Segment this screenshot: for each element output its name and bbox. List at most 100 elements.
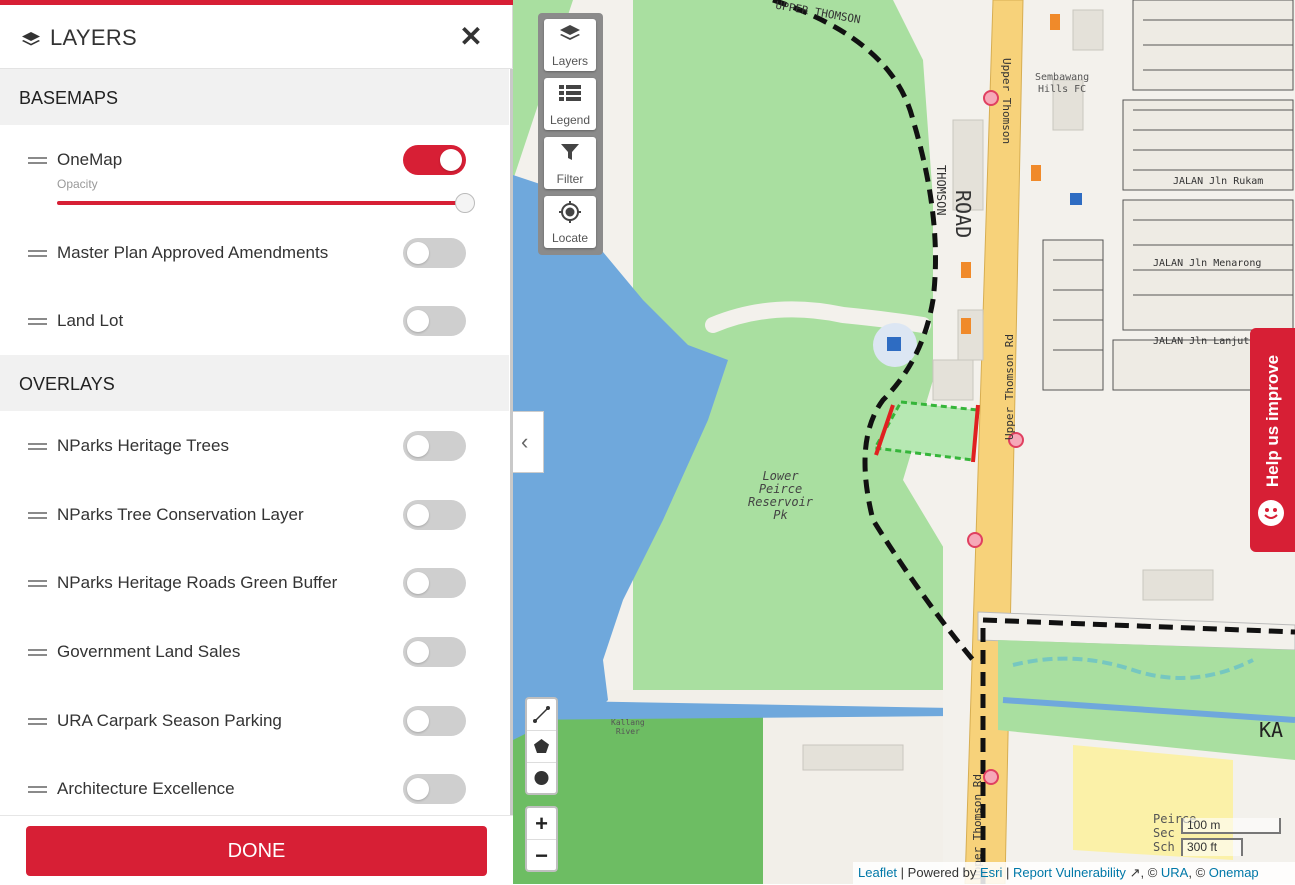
layer-row-heritage-trees: NParks Heritage Trees	[0, 429, 509, 469]
opacity-slider-thumb[interactable]	[455, 193, 475, 213]
toggle-government-land-sales[interactable]	[403, 637, 466, 667]
toggle-heritage-roads[interactable]	[403, 568, 466, 598]
layer-row-heritage-roads: NParks Heritage Roads Green Buffer	[0, 566, 509, 606]
drag-handle-icon[interactable]	[28, 250, 47, 257]
toggle-architecture-excellence[interactable]	[403, 774, 466, 804]
layers-tool-button[interactable]: Layers	[544, 19, 596, 71]
report-vulnerability-link[interactable]: Report Vulnerability	[1013, 865, 1126, 880]
locate-icon	[544, 201, 596, 223]
draw-toolbar	[525, 697, 558, 795]
basemaps-heading-label: BASEMAPS	[19, 88, 119, 108]
drag-handle-icon[interactable]	[28, 786, 47, 793]
layer-label: OneMap	[57, 150, 123, 169]
lanjut-label: JALAN Jln Lanjut	[1153, 336, 1250, 347]
external-link-icon: ↗	[1129, 865, 1141, 880]
layer-label: URA Carpark Season Parking	[57, 711, 282, 730]
locate-tool-button[interactable]: Locate	[544, 196, 596, 248]
map-scale: 100 m 300 ft	[1181, 818, 1283, 858]
road-label-upper-thomson-rd: Upper Thomson Rd	[1003, 334, 1016, 440]
collapse-panel-button[interactable]: ‹	[513, 411, 544, 473]
done-button[interactable]: DONE	[26, 826, 487, 876]
layer-row-master-plan: Master Plan Approved Amendments	[0, 236, 509, 276]
toggle-tree-conservation[interactable]	[403, 500, 466, 530]
leaflet-link[interactable]: Leaflet	[858, 865, 897, 880]
filter-icon	[544, 142, 596, 164]
layer-label: NParks Heritage Trees	[57, 436, 229, 455]
map-canvas[interactable]: Lower Peirce Reservoir Pk ROAD THOMSON U…	[513, 0, 1295, 884]
toggle-knob	[407, 710, 429, 732]
kallang-label-line: Kallang	[611, 718, 645, 727]
zoom-out-button[interactable]: −	[527, 840, 556, 871]
panel-header: LAYERS ✕	[0, 5, 513, 69]
attrib-sep: |	[1005, 865, 1013, 880]
legend-tool-label: Legend	[549, 113, 591, 127]
toggle-knob	[407, 310, 429, 332]
toggle-knob	[407, 242, 429, 264]
drag-handle-icon[interactable]	[28, 580, 47, 587]
toggle-onemap[interactable]	[403, 145, 466, 175]
close-icon[interactable]: ✕	[459, 23, 483, 51]
opacity-slider-track[interactable]	[57, 201, 467, 205]
park-label-line: Pk	[773, 508, 788, 522]
drag-handle-icon[interactable]	[28, 157, 47, 164]
layer-row-season-parking: URA Carpark Season Parking	[0, 704, 509, 744]
draw-circle-icon	[534, 771, 549, 785]
zoom-control: + −	[525, 806, 558, 872]
draw-line-button[interactable]	[527, 699, 556, 731]
layer-row-tree-conservation: NParks Tree Conservation Layer	[0, 498, 509, 538]
rukam-label: JALAN Jln Rukam	[1173, 176, 1264, 187]
road-label-thomson: THOMSON	[934, 165, 948, 216]
layer-label: Master Plan Approved Amendments	[57, 243, 329, 262]
legend-icon	[544, 83, 596, 105]
zoom-in-button[interactable]: +	[527, 808, 556, 840]
feedback-label: Help us improve	[1263, 354, 1282, 488]
toggle-knob	[407, 504, 429, 526]
map-attribution: Leaflet | Powered by Esri | Report Vulne…	[853, 862, 1295, 884]
chevron-left-icon: ‹	[521, 429, 529, 454]
onemap-link[interactable]: Onemap	[1209, 865, 1259, 880]
toggle-knob	[407, 572, 429, 594]
drag-handle-icon[interactable]	[28, 443, 47, 450]
kallang-river-label: Kallang River	[611, 718, 645, 736]
layer-row-land-lot: Land Lot	[0, 304, 509, 344]
toggle-master-plan[interactable]	[403, 238, 466, 268]
attrib-sep: |	[900, 865, 908, 880]
ura-link[interactable]: URA	[1161, 865, 1188, 880]
panel-title: LAYERS	[50, 25, 137, 50]
powered-by-text: Powered by	[907, 865, 977, 880]
map-basemap	[513, 0, 1295, 884]
toggle-season-parking[interactable]	[403, 706, 466, 736]
layer-label: Land Lot	[57, 311, 124, 330]
drag-handle-icon[interactable]	[28, 318, 47, 325]
layer-label: Government Land Sales	[57, 642, 241, 661]
layer-label: NParks Heritage Roads Green Buffer	[57, 573, 338, 592]
drag-handle-icon[interactable]	[28, 512, 47, 519]
kallang-label-line: River	[615, 727, 640, 736]
attrib-copyright: , ©	[1140, 865, 1158, 880]
filter-tool-button[interactable]: Filter	[544, 137, 596, 189]
draw-circle-button[interactable]	[527, 763, 556, 794]
basemaps-heading: BASEMAPS	[0, 69, 509, 125]
layer-row-architecture-excellence: Architecture Excellence	[0, 772, 509, 812]
drag-handle-icon[interactable]	[28, 718, 47, 725]
help-us-improve-button[interactable]: Help us improve	[1250, 328, 1295, 552]
toggle-heritage-trees[interactable]	[403, 431, 466, 461]
scale-imperial: 300 ft	[1181, 838, 1243, 856]
legend-tool-button[interactable]: Legend	[544, 78, 596, 130]
opacity-label: Opacity	[57, 177, 98, 191]
park-label: Lower Peirce Reservoir Pk	[748, 470, 813, 522]
layer-label: Architecture Excellence	[57, 779, 235, 798]
sembawang-label-line: Hills FC	[1038, 84, 1087, 95]
toggle-land-lot[interactable]	[403, 306, 466, 336]
draw-polygon-button[interactable]	[527, 731, 556, 763]
road-label: ROAD	[951, 190, 975, 239]
drag-handle-icon[interactable]	[28, 649, 47, 656]
layer-row-government-land-sales: Government Land Sales	[0, 635, 509, 675]
draw-polygon-icon	[534, 739, 549, 753]
layers-tool-label: Layers	[551, 54, 589, 68]
sembawang-label: Sembawang Hills FC	[1035, 72, 1089, 96]
esri-link[interactable]: Esri	[980, 865, 1002, 880]
road-label-upper-thomson: Upper Thomson	[1000, 58, 1013, 145]
draw-line-icon	[533, 706, 550, 723]
overlays-heading-label: OVERLAYS	[19, 374, 115, 394]
